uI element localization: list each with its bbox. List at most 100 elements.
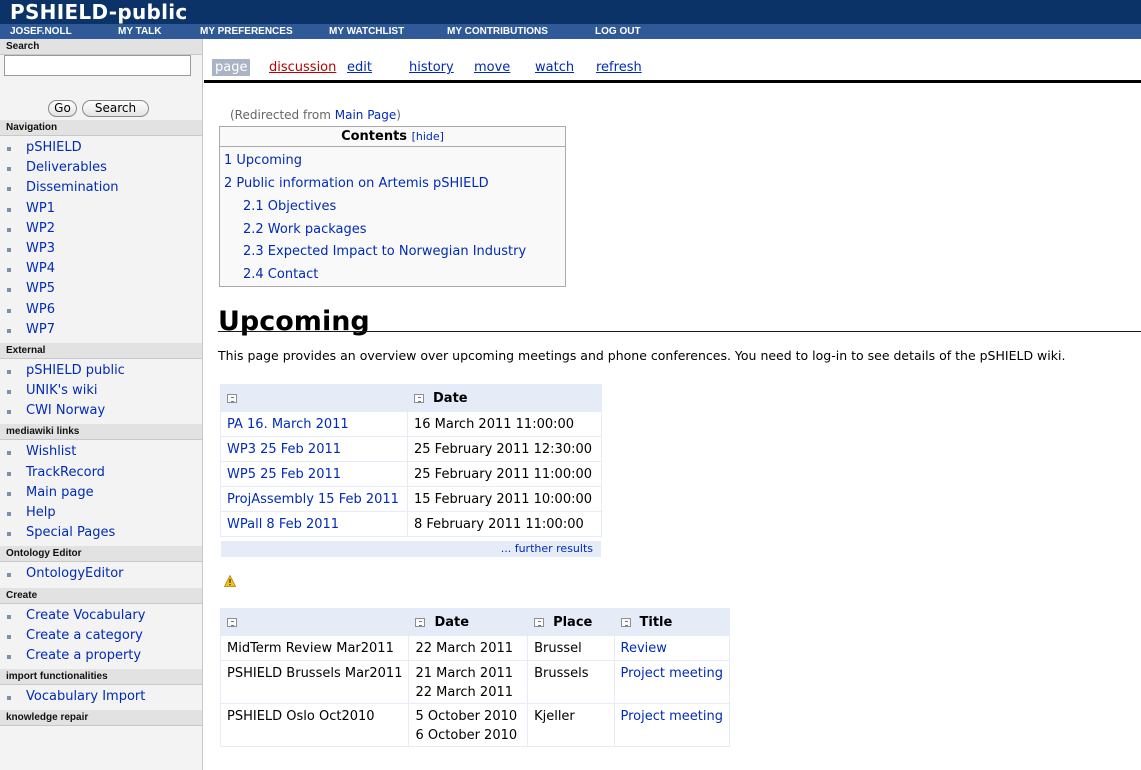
nav-item-wp5[interactable]: WP5 — [0, 279, 202, 299]
search-input[interactable] — [4, 55, 191, 76]
search-portlet: Search Go Search — [0, 39, 202, 120]
nav-item-wp6[interactable]: WP6 — [0, 300, 202, 320]
go-button[interactable]: Go — [48, 100, 77, 117]
search-header: Search — [0, 39, 202, 55]
knowledge-repair-header: knowledge repair — [0, 710, 202, 727]
sort-header-name[interactable] — [221, 609, 409, 635]
sort-header-title[interactable]: Title — [614, 609, 729, 635]
tab-refresh[interactable]: refresh — [596, 59, 642, 76]
event-name: MidTerm Review Mar2011 — [221, 636, 409, 660]
create-header: Create — [0, 587, 202, 604]
ontology-editor-header: Ontology Editor — [0, 546, 202, 563]
sort-icon — [534, 617, 545, 627]
sort-icon — [415, 617, 426, 627]
nav-item-wp7[interactable]: WP7 — [0, 320, 202, 340]
tab-watch[interactable]: watch — [535, 59, 574, 76]
nav-item-wp4[interactable]: WP4 — [0, 259, 202, 279]
sort-icon — [620, 617, 631, 627]
nav-item-deliverables[interactable]: Deliverables — [0, 158, 202, 178]
redirect-suffix: ) — [396, 108, 401, 122]
ontology-item-editor[interactable]: OntologyEditor — [0, 564, 202, 584]
site-header: PSHIELD-public JOSEF.NOLL MY TALK MY PRE… — [0, 0, 1141, 39]
log-out-link[interactable]: LOG OUT — [595, 24, 641, 39]
create-item-property[interactable]: Create a property — [0, 646, 202, 666]
table-header-row: Date Place Title — [221, 609, 729, 635]
event-place: Kjeller — [528, 704, 614, 746]
table-row: WPall 8 Feb 2011 8 February 2011 11:00:0… — [221, 512, 601, 536]
event-title-link[interactable]: Project meeting — [614, 661, 729, 703]
meeting-link[interactable]: WP3 25 Feb 2011 — [221, 437, 407, 461]
upcoming-meetings-table: Date PA 16. March 2011 16 March 2011 11:… — [220, 384, 602, 537]
event-date: 5 October 2010 6 October 2010 — [409, 704, 528, 746]
nav-item-wp1[interactable]: WP1 — [0, 199, 202, 219]
redirect-note: (Redirected from Main Page) — [230, 108, 401, 122]
redirect-link[interactable]: Main Page — [335, 108, 397, 122]
user-link[interactable]: JOSEF.NOLL — [10, 24, 72, 39]
redirect-prefix: (Redirected from — [230, 108, 335, 122]
tab-edit[interactable]: edit — [347, 59, 372, 76]
mediawiki-item-special-pages[interactable]: Special Pages — [0, 523, 202, 543]
table-of-contents: Contents [hide] 1 Upcoming 2 Public info… — [219, 126, 566, 287]
toc-item-public-information[interactable]: 2 Public information on Artemis pSHIELD — [224, 176, 489, 191]
intro-paragraph: This page provides an overview over upco… — [218, 348, 1066, 363]
import-item-vocabulary[interactable]: Vocabulary Import — [0, 687, 202, 707]
tab-history[interactable]: history — [409, 59, 454, 76]
create-item-category[interactable]: Create a category — [0, 626, 202, 646]
mediawiki-item-wishlist[interactable]: Wishlist — [0, 442, 202, 462]
nav-item-wp2[interactable]: WP2 — [0, 219, 202, 239]
nav-item-wp3[interactable]: WP3 — [0, 239, 202, 259]
external-item-pshield-public[interactable]: pSHIELD public — [0, 361, 202, 381]
create-item-vocabulary[interactable]: Create Vocabulary — [0, 606, 202, 626]
external-header: External — [0, 342, 202, 359]
event-title-link[interactable]: Project meeting — [614, 704, 729, 746]
meeting-link[interactable]: ProjAssembly 15 Feb 2011 — [221, 487, 407, 511]
mediawiki-item-help[interactable]: Help — [0, 503, 202, 523]
tab-page[interactable]: page — [212, 59, 251, 76]
warning-icon — [224, 575, 236, 587]
meeting-link[interactable]: PA 16. March 2011 — [221, 412, 407, 436]
sort-header-place[interactable]: Place — [528, 609, 614, 635]
toc-item-expected-impact[interactable]: 2.3 Expected Impact to Norwegian Industr… — [243, 244, 526, 259]
event-title-link[interactable]: Review — [614, 636, 729, 660]
further-results-link[interactable]: ... further results — [221, 541, 601, 557]
tab-move[interactable]: move — [474, 59, 510, 76]
meeting-link[interactable]: WP5 25 Feb 2011 — [221, 462, 407, 486]
table-row: MidTerm Review Mar2011 22 March 2011 Bru… — [221, 636, 729, 660]
sort-header-date[interactable]: Date — [408, 385, 601, 411]
toc-title: Contents — [341, 129, 408, 144]
external-list: pSHIELD public UNIK's wiki CWI Norway — [0, 359, 202, 425]
my-contributions-link[interactable]: MY CONTRIBUTIONS — [447, 24, 548, 39]
ontology-editor-list: OntologyEditor — [0, 562, 202, 587]
site-title: PSHIELD-public — [10, 0, 188, 24]
toc-item-work-packages[interactable]: 2.2 Work packages — [243, 222, 367, 237]
table-row: PSHIELD Oslo Oct2010 5 October 2010 6 Oct… — [221, 704, 729, 746]
mediawiki-item-main-page[interactable]: Main page — [0, 483, 202, 503]
meeting-link[interactable]: WPall 8 Feb 2011 — [221, 512, 407, 536]
toc-item-objectives[interactable]: 2.1 Objectives — [243, 199, 336, 214]
nav-item-dissemination[interactable]: Dissemination — [0, 178, 202, 198]
import-header: import functionalities — [0, 669, 202, 686]
my-preferences-link[interactable]: MY PREFERENCES — [200, 24, 293, 39]
nav-item-pshield[interactable]: pSHIELD — [0, 138, 202, 158]
event-place: Brussel — [528, 636, 614, 660]
navigation-header: Navigation — [0, 120, 202, 136]
sort-header-date[interactable]: Date — [409, 609, 528, 635]
search-button[interactable]: Search — [82, 100, 149, 117]
external-item-cwi-norway[interactable]: CWI Norway — [0, 401, 202, 421]
tabs-underline — [204, 80, 1141, 83]
table-row: ProjAssembly 15 Feb 2011 15 February 201… — [221, 487, 601, 511]
toc-item-contact[interactable]: 2.4 Contact — [243, 267, 318, 282]
toc-item-upcoming[interactable]: 1 Upcoming — [224, 153, 302, 168]
table-row: WP5 25 Feb 2011 25 February 2011 11:00:0… — [221, 462, 601, 486]
sort-header-name[interactable] — [221, 385, 407, 411]
table-row: WP3 25 Feb 2011 25 February 2011 12:30:0… — [221, 437, 601, 461]
mediawiki-item-trackrecord[interactable]: TrackRecord — [0, 463, 202, 483]
my-talk-link[interactable]: MY TALK — [118, 24, 162, 39]
project-meetings-table: Date Place Title MidTerm Review Mar2011 … — [220, 608, 730, 747]
tab-discussion[interactable]: discussion — [269, 59, 336, 76]
my-watchlist-link[interactable]: MY WATCHLIST — [329, 24, 404, 39]
meeting-date: 25 February 2011 12:30:00 — [408, 437, 601, 461]
external-item-uniks-wiki[interactable]: UNIK's wiki — [0, 381, 202, 401]
toc-hide-link[interactable]: [hide] — [412, 130, 444, 143]
event-date: 22 March 2011 — [409, 636, 528, 660]
